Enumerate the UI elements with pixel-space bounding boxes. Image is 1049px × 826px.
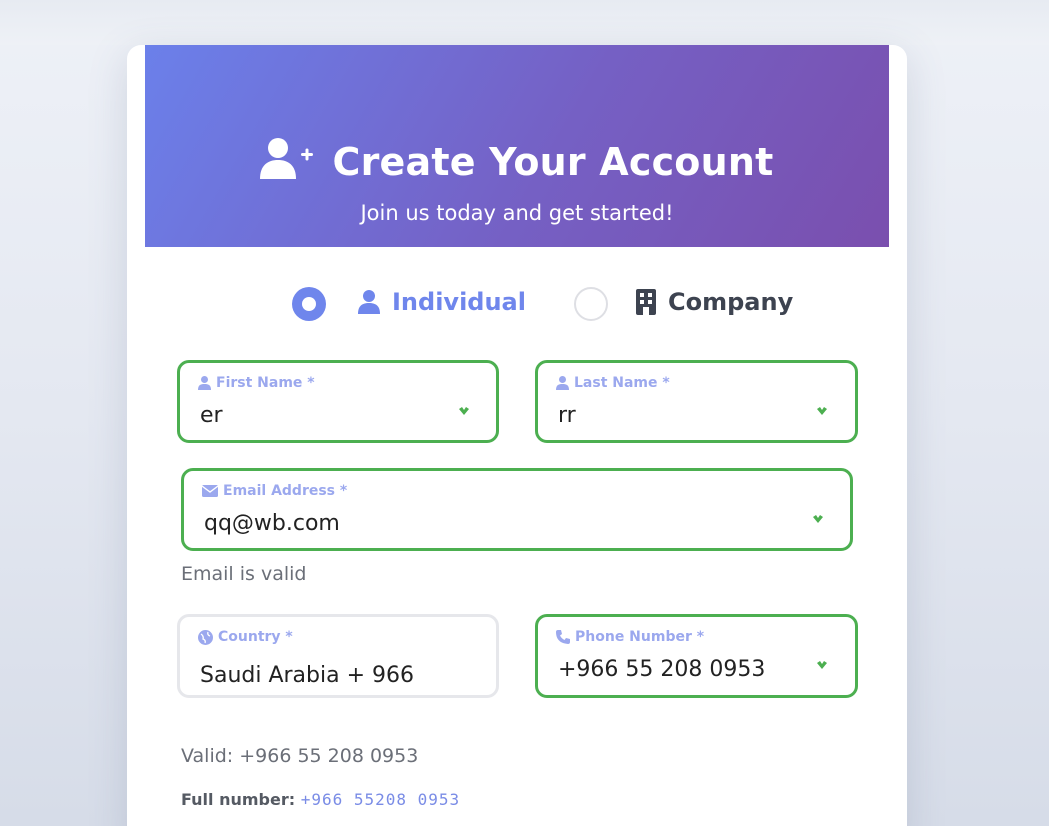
user-icon: [198, 376, 211, 390]
account-type-selector: Individual Company: [0, 285, 1049, 325]
option-company[interactable]: Company: [636, 288, 793, 316]
last-name-input[interactable]: rr: [558, 403, 576, 428]
first-name-label: First Name *: [198, 375, 315, 391]
email-input[interactable]: qq@wb.com: [204, 511, 340, 536]
page-subtitle: Join us today and get started!: [360, 201, 674, 225]
user-icon: [556, 376, 569, 390]
signup-header: Create Your Account Join us today and ge…: [145, 45, 889, 247]
globe-icon: [198, 629, 213, 645]
option-company-label: Company: [668, 288, 794, 316]
full-number-label: Full number:: [181, 790, 296, 809]
page-title: Create Your Account: [145, 133, 889, 184]
phone-input[interactable]: +966 55 208 0953: [558, 657, 765, 682]
full-number-display: Full number: +966 55208 0953: [181, 790, 460, 809]
email-label: Email Address *: [202, 483, 347, 499]
last-name-field[interactable]: Last Name * rr: [535, 360, 858, 443]
title-text: Create Your Account: [332, 140, 774, 184]
country-select[interactable]: Saudi Arabia + 966: [200, 661, 414, 683]
radio-individual[interactable]: [292, 287, 326, 321]
first-name-field[interactable]: First Name * er: [177, 360, 499, 443]
phone-field[interactable]: Phone Number * +966 55 208 0953: [535, 614, 858, 698]
phone-label: Phone Number *: [556, 629, 704, 645]
option-individual[interactable]: Individual: [358, 288, 526, 316]
valid-check-icon: [459, 407, 469, 415]
phone-icon: [556, 630, 570, 644]
envelope-icon: [202, 485, 218, 497]
valid-check-icon: [817, 407, 827, 415]
email-field[interactable]: Email Address * qq@wb.com: [181, 468, 853, 551]
phone-helper-text: Valid: +966 55 208 0953: [181, 745, 419, 767]
building-icon: [636, 289, 656, 315]
country-label: Country *: [198, 629, 293, 645]
top-bar: [0, 0, 1049, 45]
option-individual-label: Individual: [392, 288, 526, 316]
first-name-input[interactable]: er: [200, 403, 223, 428]
country-field[interactable]: Country * Saudi Arabia + 966: [177, 614, 499, 698]
valid-check-icon: [817, 661, 827, 669]
last-name-label: Last Name *: [556, 375, 670, 391]
user-icon: [358, 290, 380, 314]
user-plus-icon: [260, 138, 314, 179]
valid-check-icon: [813, 515, 823, 523]
radio-company[interactable]: [574, 287, 608, 321]
full-number-value: +966 55208 0953: [300, 790, 461, 809]
email-helper-text: Email is valid: [181, 563, 307, 585]
